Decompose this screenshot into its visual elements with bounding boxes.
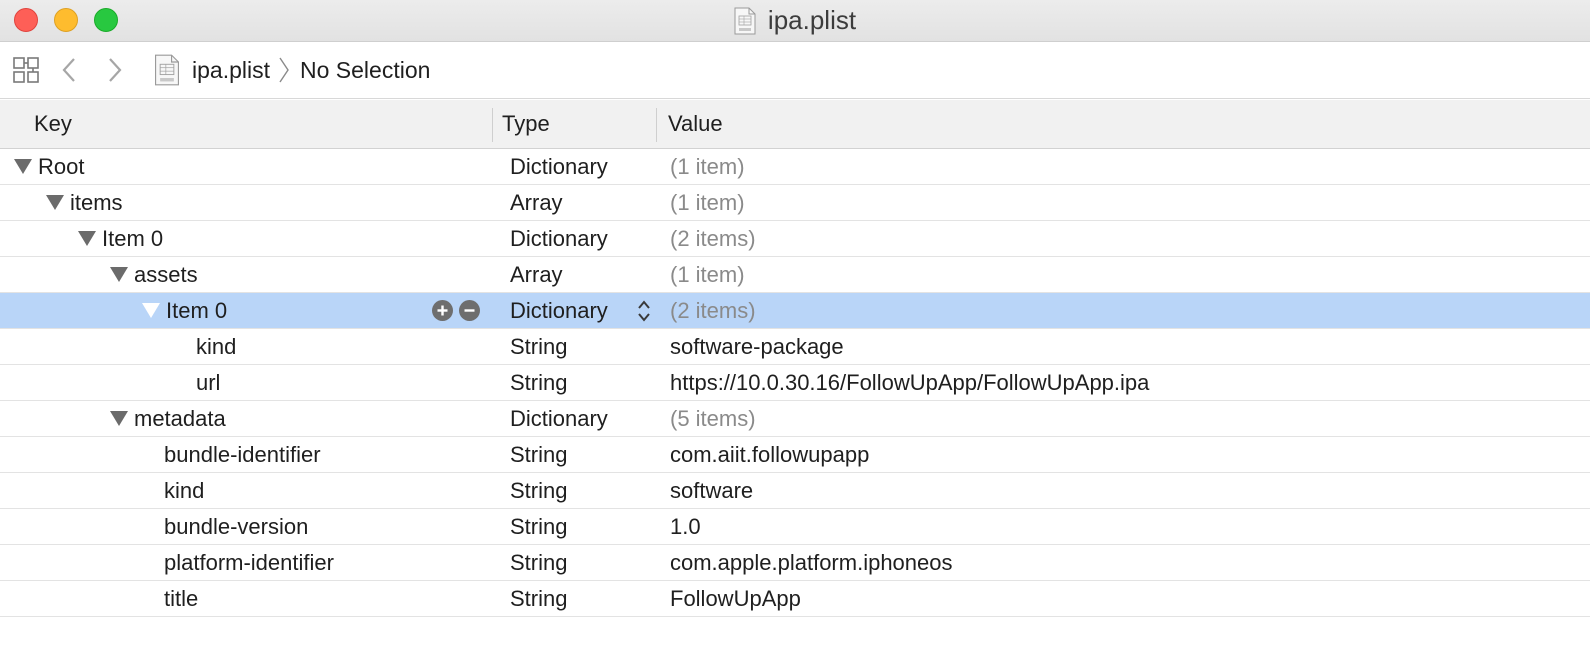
plist-outline: Root Dictionary (1 item) items Array (1 … [0, 149, 1590, 617]
jump-bar-file-icon[interactable] [154, 42, 180, 98]
type-popup-stepper[interactable] [636, 293, 652, 328]
table-row[interactable]: kind String software [0, 473, 1590, 509]
row-type[interactable]: String [510, 365, 567, 400]
table-row[interactable]: kind String software-package [0, 329, 1590, 365]
title-bar: ipa.plist [0, 0, 1590, 42]
window-title: ipa.plist [0, 0, 1590, 41]
table-row[interactable]: Item 0 Dictionary (2 items) [0, 221, 1590, 257]
row-key[interactable]: Root [38, 154, 84, 180]
row-type[interactable]: String [510, 329, 567, 364]
row-type[interactable]: String [510, 437, 567, 472]
back-button[interactable] [60, 42, 80, 98]
plist-file-icon [155, 54, 179, 86]
forward-button[interactable] [104, 42, 124, 98]
table-row[interactable]: Root Dictionary (1 item) [0, 149, 1590, 185]
row-key[interactable]: bundle-identifier [0, 437, 321, 472]
row-type[interactable]: String [510, 581, 567, 616]
row-key[interactable]: kind [0, 329, 236, 364]
row-value[interactable]: com.aiit.followupapp [670, 437, 869, 472]
row-value[interactable]: https://10.0.30.16/FollowUpApp/FollowUpA… [670, 365, 1149, 400]
jump-bar: ipa.plist No Selection [0, 42, 1590, 99]
table-row-selected[interactable]: Item 0 Dictionary (2 items) [0, 293, 1590, 329]
row-value: (1 item) [670, 261, 745, 287]
row-value: (1 item) [670, 189, 745, 215]
jump-bar-file-label[interactable]: ipa.plist [192, 42, 270, 98]
row-key[interactable]: Item 0 [102, 226, 163, 252]
row-type[interactable]: String [510, 509, 567, 544]
row-key[interactable]: platform-identifier [0, 545, 334, 580]
window-title-text: ipa.plist [767, 5, 857, 35]
row-type[interactable]: Dictionary [510, 149, 608, 184]
disclosure-triangle-icon[interactable] [46, 195, 64, 210]
row-value[interactable]: com.apple.platform.iphoneos [670, 545, 953, 580]
chevron-right-icon [109, 58, 122, 82]
disclosure-triangle-icon[interactable] [110, 411, 128, 426]
row-key[interactable]: title [0, 581, 198, 616]
table-row[interactable]: metadata Dictionary (5 items) [0, 401, 1590, 437]
breadcrumb-separator [276, 42, 292, 98]
column-divider[interactable] [656, 108, 657, 142]
column-divider[interactable] [492, 108, 493, 142]
related-items-button[interactable] [12, 42, 40, 98]
plist-file-icon [734, 7, 756, 34]
disclosure-triangle-icon[interactable] [110, 267, 128, 282]
table-row[interactable]: items Array (1 item) [0, 185, 1590, 221]
disclosure-triangle-icon[interactable] [14, 159, 32, 174]
disclosure-triangle-icon[interactable] [78, 231, 96, 246]
table-row[interactable]: bundle-identifier String com.aiit.follow… [0, 437, 1590, 473]
table-row[interactable]: platform-identifier String com.apple.pla… [0, 545, 1590, 581]
row-value[interactable]: software-package [670, 329, 844, 364]
table-row[interactable]: title String FollowUpApp [0, 581, 1590, 617]
up-down-chevron-icon [638, 299, 650, 322]
row-type[interactable]: Array [510, 257, 563, 292]
row-key[interactable]: url [0, 365, 220, 400]
chevron-left-icon [62, 58, 75, 82]
row-key[interactable]: kind [0, 473, 204, 508]
column-key-header[interactable]: Key [34, 100, 72, 148]
column-value-header[interactable]: Value [668, 100, 723, 148]
row-value: (2 items) [670, 297, 756, 323]
row-value: (2 items) [670, 225, 756, 251]
row-type-popup[interactable]: Dictionary [510, 293, 608, 328]
disclosure-triangle-icon[interactable] [142, 303, 160, 318]
table-row[interactable]: assets Array (1 item) [0, 257, 1590, 293]
plist-editor-window: ipa.plist ipa.plist No Selection Key Typ… [0, 0, 1590, 650]
row-value[interactable]: software [670, 473, 753, 508]
breadcrumb-selection[interactable]: No Selection [300, 42, 430, 98]
plus-circle-icon[interactable] [432, 300, 453, 321]
row-key[interactable]: Item 0 [166, 298, 227, 324]
row-value: (5 items) [670, 405, 756, 431]
column-type-header[interactable]: Type [502, 100, 550, 148]
row-value[interactable]: 1.0 [670, 509, 701, 544]
breadcrumb-chevron-icon [279, 57, 289, 83]
column-header: Key Type Value [0, 100, 1590, 149]
minus-circle-icon[interactable] [459, 300, 480, 321]
row-key[interactable]: assets [134, 262, 198, 288]
row-key[interactable]: bundle-version [0, 509, 308, 544]
row-type[interactable]: Array [510, 185, 563, 220]
related-items-icon [13, 57, 39, 83]
row-actions [432, 293, 480, 328]
row-key[interactable]: items [70, 190, 123, 216]
row-key[interactable]: metadata [134, 406, 226, 432]
row-type[interactable]: String [510, 473, 567, 508]
row-type[interactable]: String [510, 545, 567, 580]
table-row[interactable]: bundle-version String 1.0 [0, 509, 1590, 545]
row-value: (1 item) [670, 153, 745, 179]
row-value[interactable]: FollowUpApp [670, 581, 801, 616]
table-row[interactable]: url String https://10.0.30.16/FollowUpAp… [0, 365, 1590, 401]
row-type[interactable]: Dictionary [510, 221, 608, 256]
row-type[interactable]: Dictionary [510, 401, 608, 436]
